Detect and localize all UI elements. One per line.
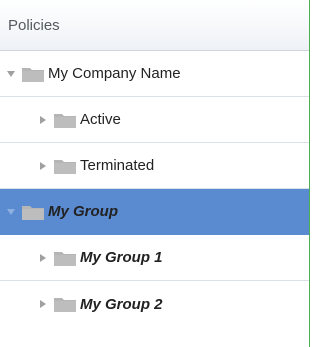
folder-icon (22, 67, 44, 82)
tree-node-my-group-1[interactable]: My Group 1 (0, 235, 309, 281)
folder-icon (54, 251, 76, 266)
expand-toggle-collapsed-icon[interactable] (38, 253, 48, 263)
expand-toggle-collapsed-icon[interactable] (38, 161, 48, 171)
tree-node-label: Active (80, 111, 121, 128)
tree-node-label: Terminated (80, 157, 155, 174)
tree-node-label: My Company Name (48, 65, 181, 82)
folder-icon (54, 113, 76, 128)
folder-icon (22, 205, 44, 220)
tree-node-label: My Group (48, 203, 118, 220)
folder-icon (54, 298, 76, 312)
tree-node-my-group-2[interactable]: My Group 2 (0, 281, 309, 327)
panel-title: Policies (8, 16, 60, 34)
policies-panel: Policies My Company Name Active Terminat… (0, 0, 310, 347)
tree-node-label: My Group 2 (80, 295, 163, 313)
expand-toggle-collapsed-icon[interactable] (38, 299, 48, 309)
panel-header: Policies (0, 0, 309, 51)
tree-node-company[interactable]: My Company Name (0, 51, 309, 97)
expand-toggle-expanded-icon[interactable] (6, 69, 16, 79)
expand-toggle-collapsed-icon[interactable] (38, 115, 48, 125)
tree-node-my-group[interactable]: My Group (0, 189, 309, 235)
tree-node-label: My Group 1 (80, 249, 163, 266)
tree-node-active[interactable]: Active (0, 97, 309, 143)
folder-icon (54, 159, 76, 174)
tree-node-terminated[interactable]: Terminated (0, 143, 309, 189)
expand-toggle-expanded-icon[interactable] (6, 207, 16, 217)
